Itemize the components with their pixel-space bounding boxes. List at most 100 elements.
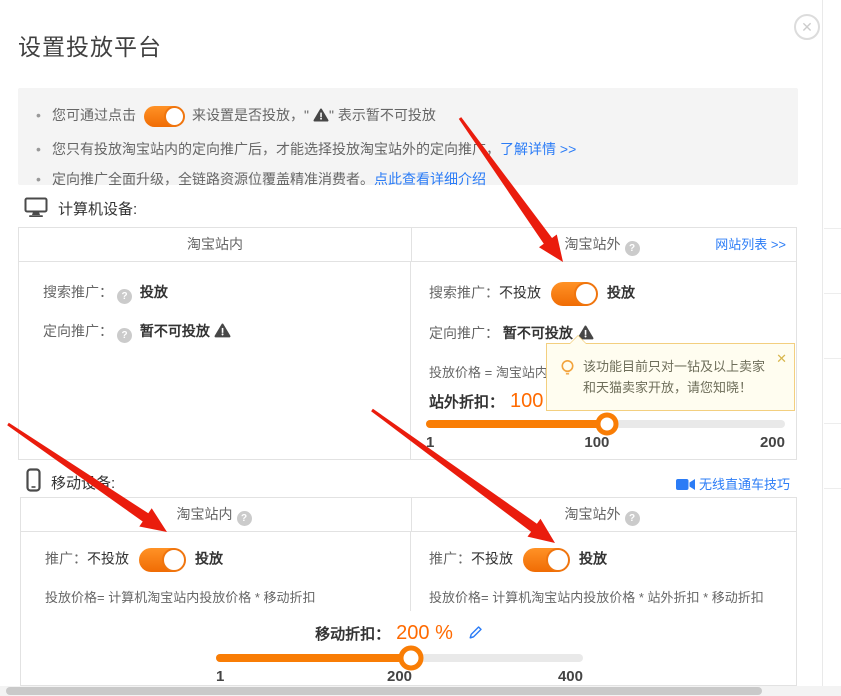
computer-onsite-cell: 搜索推广：? 投放 定向推广：? 暂不可投放 [19,262,411,460]
mobile-platform-table: 淘宝站内? 淘宝站外? 推广：不投放投放 投放价格= 计算机淘宝站内投放价格 *… [20,497,797,686]
mobile-discount-line: 移动折扣： 200 % [216,622,583,645]
lightbulb-icon [560,359,575,378]
site-list-link[interactable]: 网站列表 >> [715,228,786,261]
notice-text: 定向推广全面升级，全链路资源位覆盖精准消费者。 [52,171,374,187]
dialog-right-edge [822,0,823,696]
example-toggle-icon [144,106,184,127]
target-promo-status: 暂不可投放 [140,323,210,339]
toggle-on-label: 投放 [607,285,635,301]
help-icon[interactable]: ? [237,511,252,526]
slider-handle[interactable] [398,646,423,671]
phone-icon [26,468,41,492]
help-icon[interactable]: ? [117,289,132,304]
mobile-offsite-header: 淘宝站外? [412,498,796,531]
help-icon[interactable]: ? [625,511,640,526]
notice-line-targeting: 您只有投放淘宝站内的定向推广后，才能选择投放淘宝站外的定向推广，了解详情 >> [36,137,778,161]
target-promo-status: 暂不可投放 [503,325,573,341]
offsite-target-row: 定向推广： 暂不可投放 [429,323,796,343]
computer-offsite-header: 淘宝站外? 网站列表 >> [412,228,796,261]
offsite-discount-slider[interactable] [426,420,785,428]
target-promo-label: 定向推广： [429,325,499,341]
slider-handle[interactable] [595,413,618,436]
search-promo-status: 投放 [140,284,168,300]
slider-mid-label: 200 [387,668,412,685]
onsite-search-row: 搜索推广：? 投放 [43,282,410,304]
notice-text: 您可通过点击 [52,107,136,123]
warning-icon [313,108,329,122]
wireless-tips-link[interactable]: 无线直通车技巧 [676,474,790,493]
background-line [824,488,841,489]
promo-label: 推广： [429,551,471,567]
notice-text: 来设置是否投放，" [192,107,309,123]
notice-line-upgrade: 定向推广全面升级，全链路资源位覆盖精准消费者。点此查看详细介绍 [36,167,778,191]
toggle-on-label: 投放 [579,551,607,567]
slider-min-label: 1 [216,668,224,685]
toggle-off-label: 不投放 [499,285,541,301]
video-camera-icon [676,478,695,491]
notice-box: 您可通过点击 来设置是否投放，" " 表示暂不可投放 您只有投放淘宝站内的定向推广后… [18,88,798,185]
offsite-discount-label: 站外折扣： [429,394,504,411]
target-promo-label: 定向推广： [43,323,113,339]
toggle-off-label: 不投放 [471,551,513,567]
mobile-discount-value: 200 % [396,622,453,644]
computer-section-heading: 计算机设备: [24,197,137,219]
notice-text: 您只有投放淘宝站内的定向推广后，才能选择投放淘宝站外的定向推广， [52,141,500,157]
mobile-offsite-toggle[interactable] [523,548,569,572]
mobile-onsite-promo-row: 推广：不投放 投放 [45,548,410,572]
mobile-offsite-promo-row: 推广：不投放 投放 [429,548,796,572]
background-line [824,293,841,294]
dialog-close-icon[interactable]: ✕ [794,14,820,40]
tooltip-text: 该功能目前只对一钻及以上卖家和天猫卖家开放，请您知晓！ [583,359,765,395]
offsite-slider-labels: 1 100 200 [426,434,785,454]
slider-fill [426,420,607,428]
mobile-table-header: 淘宝站内? 淘宝站外? [21,498,796,532]
mobile-onsite-cell: 推广：不投放 投放 投放价格= 计算机淘宝站内投放价格 * 移动折扣 [21,532,411,611]
search-promo-label: 搜索推广： [43,284,113,300]
mobile-discount-slider[interactable] [216,654,583,662]
mobile-offsite-formula: 投放价格= 计算机淘宝站内投放价格 * 站外折扣 * 移动折扣 [429,587,796,606]
wireless-tips-label: 无线直通车技巧 [699,477,790,492]
slider-max-label: 400 [558,668,583,685]
offsite-search-toggle[interactable] [551,282,597,306]
slider-fill [216,654,411,662]
detail-intro-link[interactable]: 点此查看详细介绍 [374,171,486,187]
mobile-discount-row: 移动折扣： 200 % 1 200 400 [21,611,796,686]
learn-more-link[interactable]: 了解详情 >> [500,141,576,157]
onsite-target-row: 定向推广：? 暂不可投放 [43,321,410,343]
mobile-onsite-formula: 投放价格= 计算机淘宝站内投放价格 * 移动折扣 [45,587,410,606]
slider-max-label: 200 [760,434,785,451]
background-line [824,423,841,424]
mobile-onsite-header: 淘宝站内? [21,498,412,531]
help-icon[interactable]: ? [625,241,640,256]
seller-tip-tooltip: ✕ 该功能目前只对一钻及以上卖家和天猫卖家开放，请您知晓！ [546,343,795,411]
computer-table-header: 淘宝站内 淘宝站外? 网站列表 >> [19,228,796,262]
page-title: 设置投放平台 [18,28,162,62]
mobile-section-heading: 移动设备: [26,468,115,493]
mobile-discount-label: 移动折扣： [315,626,390,643]
horizontal-scrollbar-thumb[interactable] [6,687,762,695]
mobile-slider-labels: 1 200 400 [216,668,583,688]
horizontal-scrollbar-track[interactable] [0,686,841,696]
mobile-offsite-cell: 推广：不投放 投放 投放价格= 计算机淘宝站内投放价格 * 站外折扣 * 移动折扣 [411,532,796,611]
computer-section-label: 计算机设备: [58,201,137,218]
warning-icon [214,323,231,338]
offsite-search-row: 搜索推广：不投放 投放 [429,282,796,306]
toggle-on-label: 投放 [195,551,223,567]
set-delivery-platform-dialog: 设置投放平台 ✕ 您可通过点击 来设置是否投放，" " 表示暂不可投放 您只有投放淘… [0,0,841,696]
background-line [824,228,841,229]
mobile-onsite-toggle[interactable] [139,548,185,572]
computer-onsite-header: 淘宝站内 [19,228,412,261]
slider-mid-label: 100 [584,434,609,451]
mobile-section-label: 移动设备: [51,475,115,492]
background-line [824,358,841,359]
slider-min-label: 1 [426,434,434,451]
help-icon[interactable]: ? [117,328,132,343]
search-promo-label: 搜索推广： [429,285,499,301]
edit-pencil-icon[interactable] [467,624,484,641]
toggle-off-label: 不投放 [87,551,129,567]
tooltip-close-icon[interactable]: ✕ [776,348,787,369]
computer-icon [24,197,48,218]
promo-label: 推广： [45,551,87,567]
notice-line-toggle: 您可通过点击 来设置是否投放，" " 表示暂不可投放 [36,103,778,127]
notice-text: " 表示暂不可投放 [329,107,436,123]
